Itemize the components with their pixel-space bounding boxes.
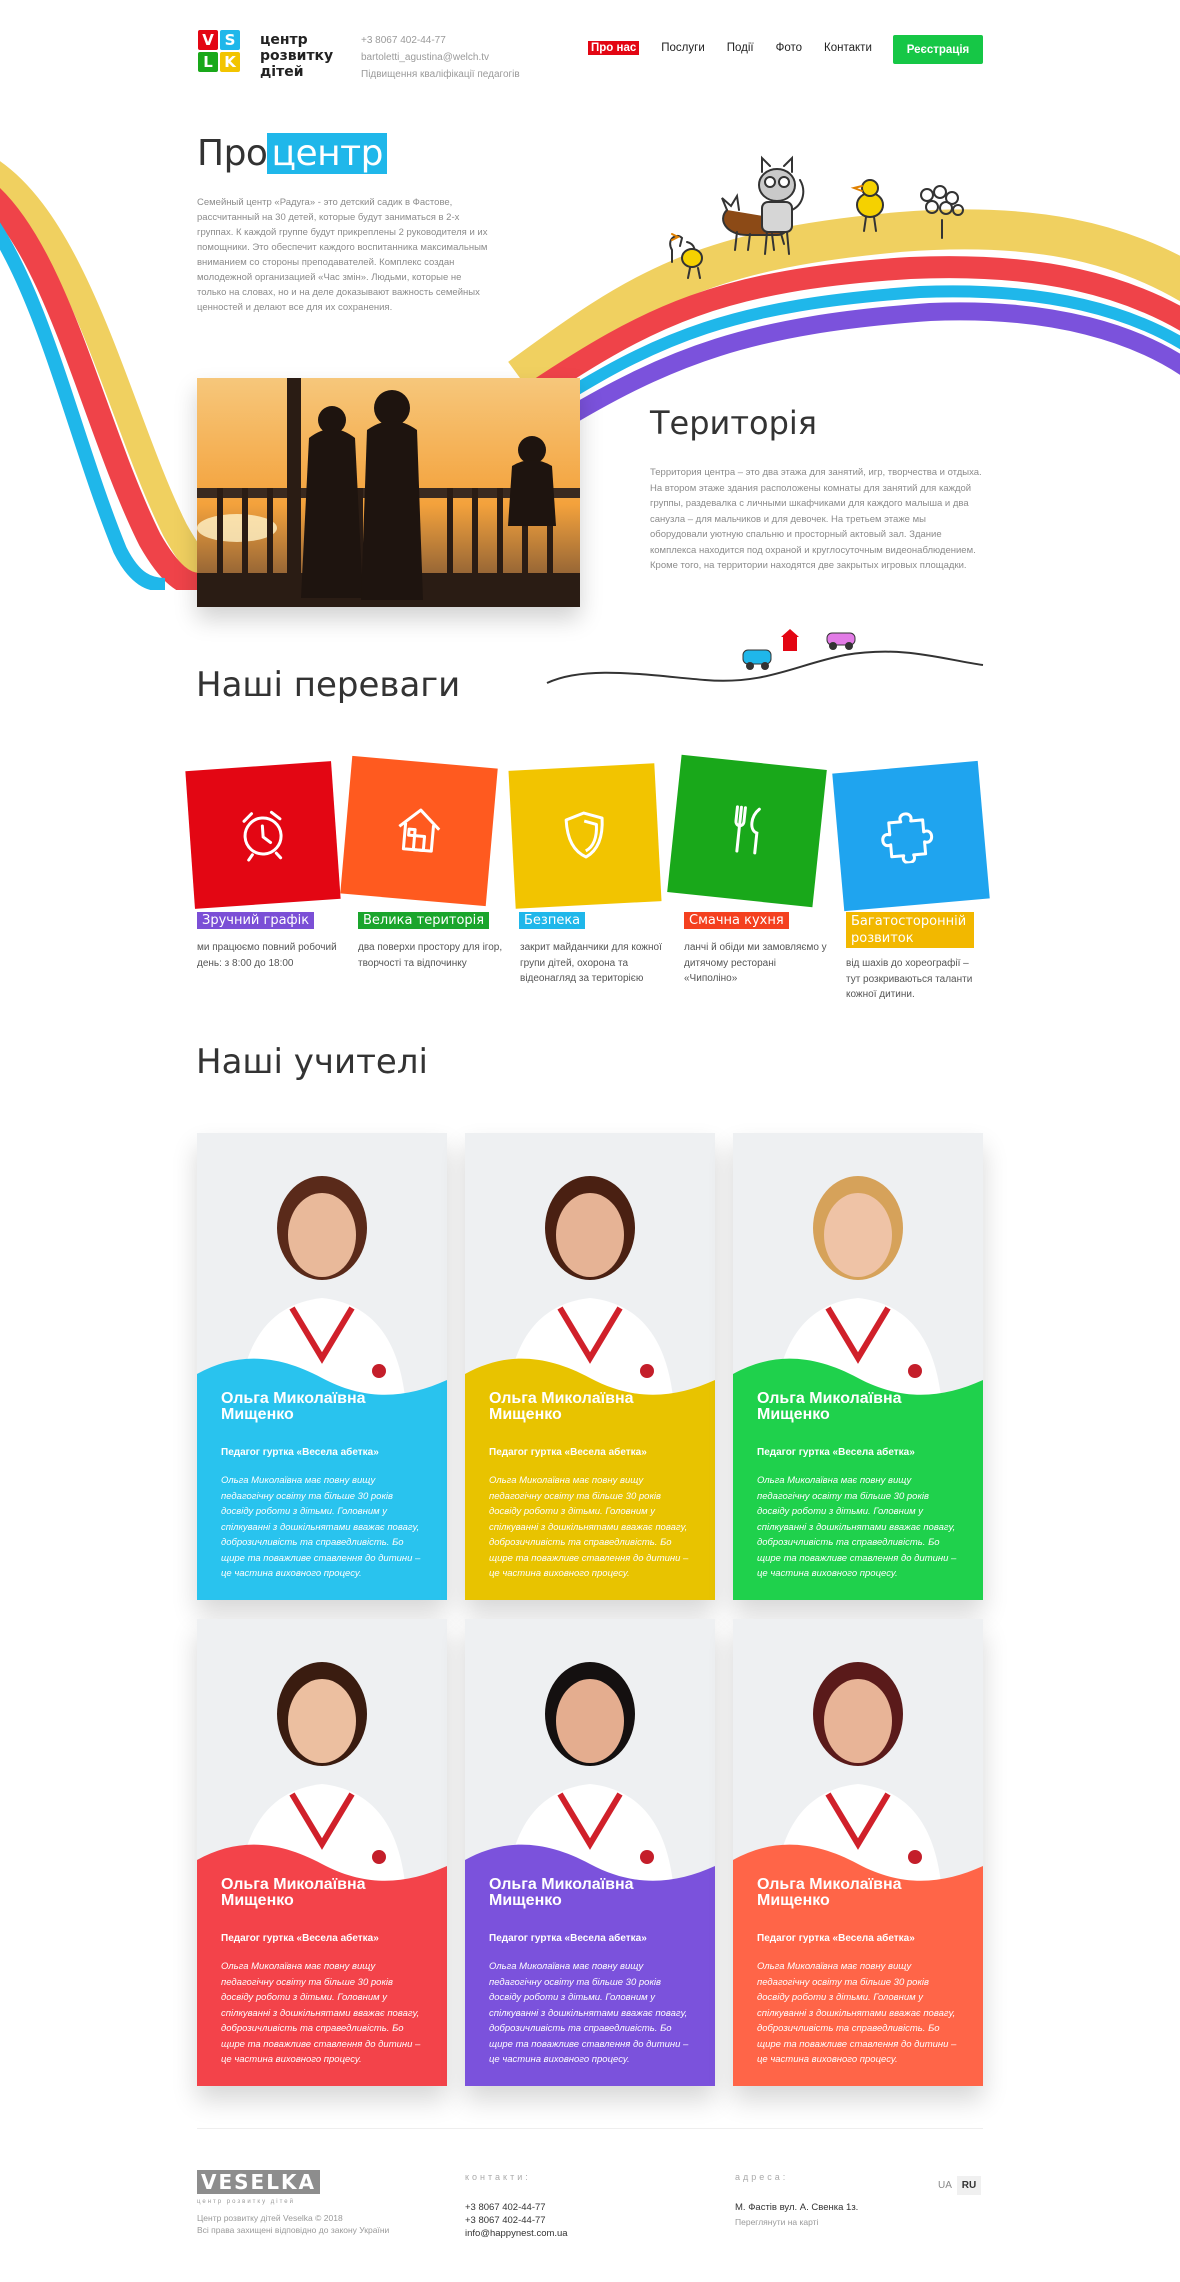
- footer-phone-1[interactable]: +3 8067 402-44-77: [465, 2202, 546, 2214]
- footer-email[interactable]: info@happynest.com.ua: [465, 2228, 568, 2240]
- advantage-desc-schedule: ми працюємо повний робочий день: з 8:00 …: [197, 942, 337, 969]
- teacher-name: Ольга Миколаївна Мищенко: [489, 1876, 634, 1909]
- logo-tile-l: L: [198, 52, 218, 72]
- advantages-title: Наші переваги: [196, 665, 461, 705]
- rainbow-decoration: [0, 161, 1180, 590]
- lang-ru[interactable]: RU: [957, 2176, 981, 2195]
- teacher-card[interactable]: Ольга Миколаївна Мищенко Педагог гуртка «…: [197, 1619, 447, 2086]
- advantage-card-territory: [340, 755, 498, 907]
- advantage-card-development: [832, 760, 990, 912]
- header-tagline[interactable]: Підвищення кваліфікації педагогів: [361, 66, 520, 83]
- footer-address-label: адреса:: [735, 2172, 789, 2182]
- footer-copyright: Центр розвитку дітей Veselka © 2018: [197, 2213, 343, 2223]
- advantage-label-safety: Безпека: [519, 912, 586, 929]
- footer-phone-2[interactable]: +3 8067 402-44-77: [465, 2215, 546, 2227]
- cars-road-doodle: [546, 629, 984, 684]
- main-nav: Про нас Послуги Події Фото Контакти: [588, 41, 872, 55]
- house-icon: [398, 808, 441, 853]
- territory-photo: [197, 378, 580, 607]
- teacher-bio: Ольга Миколаївна має повну вищу педагогі…: [489, 1475, 689, 1579]
- teacher-name: Ольга Миколаївна Мищенко: [221, 1876, 366, 1909]
- header-email[interactable]: bartoletti_agustina@welch.tv: [361, 49, 520, 66]
- alarm-clock-icon: [242, 810, 283, 862]
- teachers-title: Наші учителі: [196, 1042, 428, 1082]
- logo-line-2: розвитку: [260, 48, 334, 64]
- teacher-card[interactable]: Ольга Миколаївна Мищенко Педагог гуртка «…: [733, 1133, 983, 1600]
- teacher-bio: Ольга Миколаївна має повну вищу педагогі…: [221, 1961, 421, 2065]
- register-button[interactable]: Реєстрація: [893, 35, 983, 64]
- teacher-name: Ольга Миколаївна Мищенко: [221, 1390, 366, 1423]
- fork-knife-icon: [734, 805, 761, 855]
- teacher-role: Педагог гуртка «Весела абетка»: [757, 1933, 915, 1944]
- advantage-desc-kitchen: ланчі й обіди ми замовляємо у дитячому р…: [684, 942, 827, 984]
- advantage-desc-development: від шахів до хореографії – тут розкриваю…: [846, 958, 973, 1000]
- logo-tile-v: V: [198, 30, 218, 50]
- nav-item-contacts[interactable]: Контакти: [824, 42, 872, 54]
- teacher-card[interactable]: Ольга Миколаївна Мищенко Педагог гуртка «…: [465, 1133, 715, 1600]
- footer-map-link[interactable]: Переглянути на карті: [735, 2216, 818, 2228]
- advantage-card-kitchen: [667, 754, 827, 908]
- advantage-desc-territory: два поверхи простору для ігор, творчості…: [358, 942, 503, 969]
- teacher-name: Ольга Миколаївна Мищенко: [489, 1390, 634, 1423]
- nav-item-events[interactable]: Події: [727, 42, 754, 54]
- teacher-role: Педагог гуртка «Весела абетка»: [757, 1447, 915, 1458]
- about-title: Про центр: [197, 133, 387, 174]
- teacher-name: Ольга Миколаївна Мищенко: [757, 1876, 902, 1909]
- teacher-role: Педагог гуртка «Весела абетка»: [221, 1447, 379, 1458]
- shield-icon: [564, 811, 604, 859]
- teacher-card[interactable]: Ольга Миколаївна Мищенко Педагог гуртка «…: [197, 1133, 447, 1600]
- footer-logo-sub: центр розвитку дітей: [197, 2199, 295, 2205]
- nav-item-services[interactable]: Послуги: [661, 42, 705, 54]
- nav-item-photo[interactable]: Фото: [776, 42, 802, 54]
- lang-ua[interactable]: UA: [933, 2176, 957, 2195]
- advantage-label-schedule: Зручний графік: [197, 912, 315, 929]
- animals-doodle: [669, 155, 964, 279]
- teacher-card[interactable]: Ольга Миколаївна Мищенко Педагог гуртка «…: [733, 1619, 983, 2086]
- puzzle-icon: [881, 812, 934, 865]
- territory-text: Территория центра – это два этажа для за…: [650, 467, 982, 571]
- nav-item-about[interactable]: Про нас: [588, 41, 640, 55]
- logo-line-1: центр: [260, 32, 308, 48]
- about-title-part1: Про: [197, 133, 268, 174]
- advantage-card-safety: [508, 763, 662, 909]
- teacher-role: Педагог гуртка «Весела абетка»: [221, 1933, 379, 1944]
- logo-line-3: дітей: [260, 64, 304, 80]
- language-switcher: UA RU: [933, 2176, 981, 2195]
- teacher-bio: Ольга Миколаївна має повну вищу педагогі…: [489, 1961, 689, 2065]
- advantage-label-development: Багатосторонній розвиток: [846, 912, 974, 948]
- teacher-bio: Ольга Миколаївна має повну вищу педагогі…: [221, 1475, 421, 1579]
- logo-text: центр розвитку дітей: [260, 32, 333, 80]
- footer-rights: Всі права захищені відповідно до закону …: [197, 2225, 390, 2235]
- territory-title: Територія: [650, 404, 818, 442]
- teacher-card[interactable]: Ольга Миколаївна Мищенко Педагог гуртка «…: [465, 1619, 715, 2086]
- teacher-role: Педагог гуртка «Весела абетка»: [489, 1933, 647, 1944]
- logo-tile-s: S: [220, 30, 240, 50]
- header-phone[interactable]: +3 8067 402-44-77: [361, 32, 520, 49]
- advantage-desc-safety: закрит майданчики для кожної групи дітей…: [520, 942, 662, 984]
- advantage-card-schedule: [185, 761, 341, 909]
- footer-address: М. Фастів вул. А. Свенка 1з.: [735, 2202, 859, 2213]
- advantage-label-territory: Велика територія: [358, 912, 490, 929]
- footer-contacts-label: контакти:: [465, 2172, 531, 2182]
- about-text: Семейный центр «Радуга» - это детский са…: [197, 197, 488, 313]
- advantage-label-kitchen: Смачна кухня: [684, 912, 789, 929]
- logo-tile-k: K: [220, 52, 240, 72]
- teacher-role: Педагог гуртка «Весела абетка»: [489, 1447, 647, 1458]
- teacher-bio: Ольга Миколаївна має повну вищу педагогі…: [757, 1961, 957, 2065]
- logo[interactable]: V S L K: [198, 30, 254, 84]
- teacher-name: Ольга Миколаївна Мищенко: [757, 1390, 902, 1423]
- footer-divider: [197, 2128, 983, 2129]
- about-title-highlight: центр: [267, 133, 387, 174]
- footer-logo[interactable]: VESELKA: [197, 2170, 320, 2194]
- teacher-bio: Ольга Миколаївна має повну вищу педагогі…: [757, 1475, 957, 1579]
- header-contacts: +3 8067 402-44-77 bartoletti_agustina@we…: [361, 32, 520, 83]
